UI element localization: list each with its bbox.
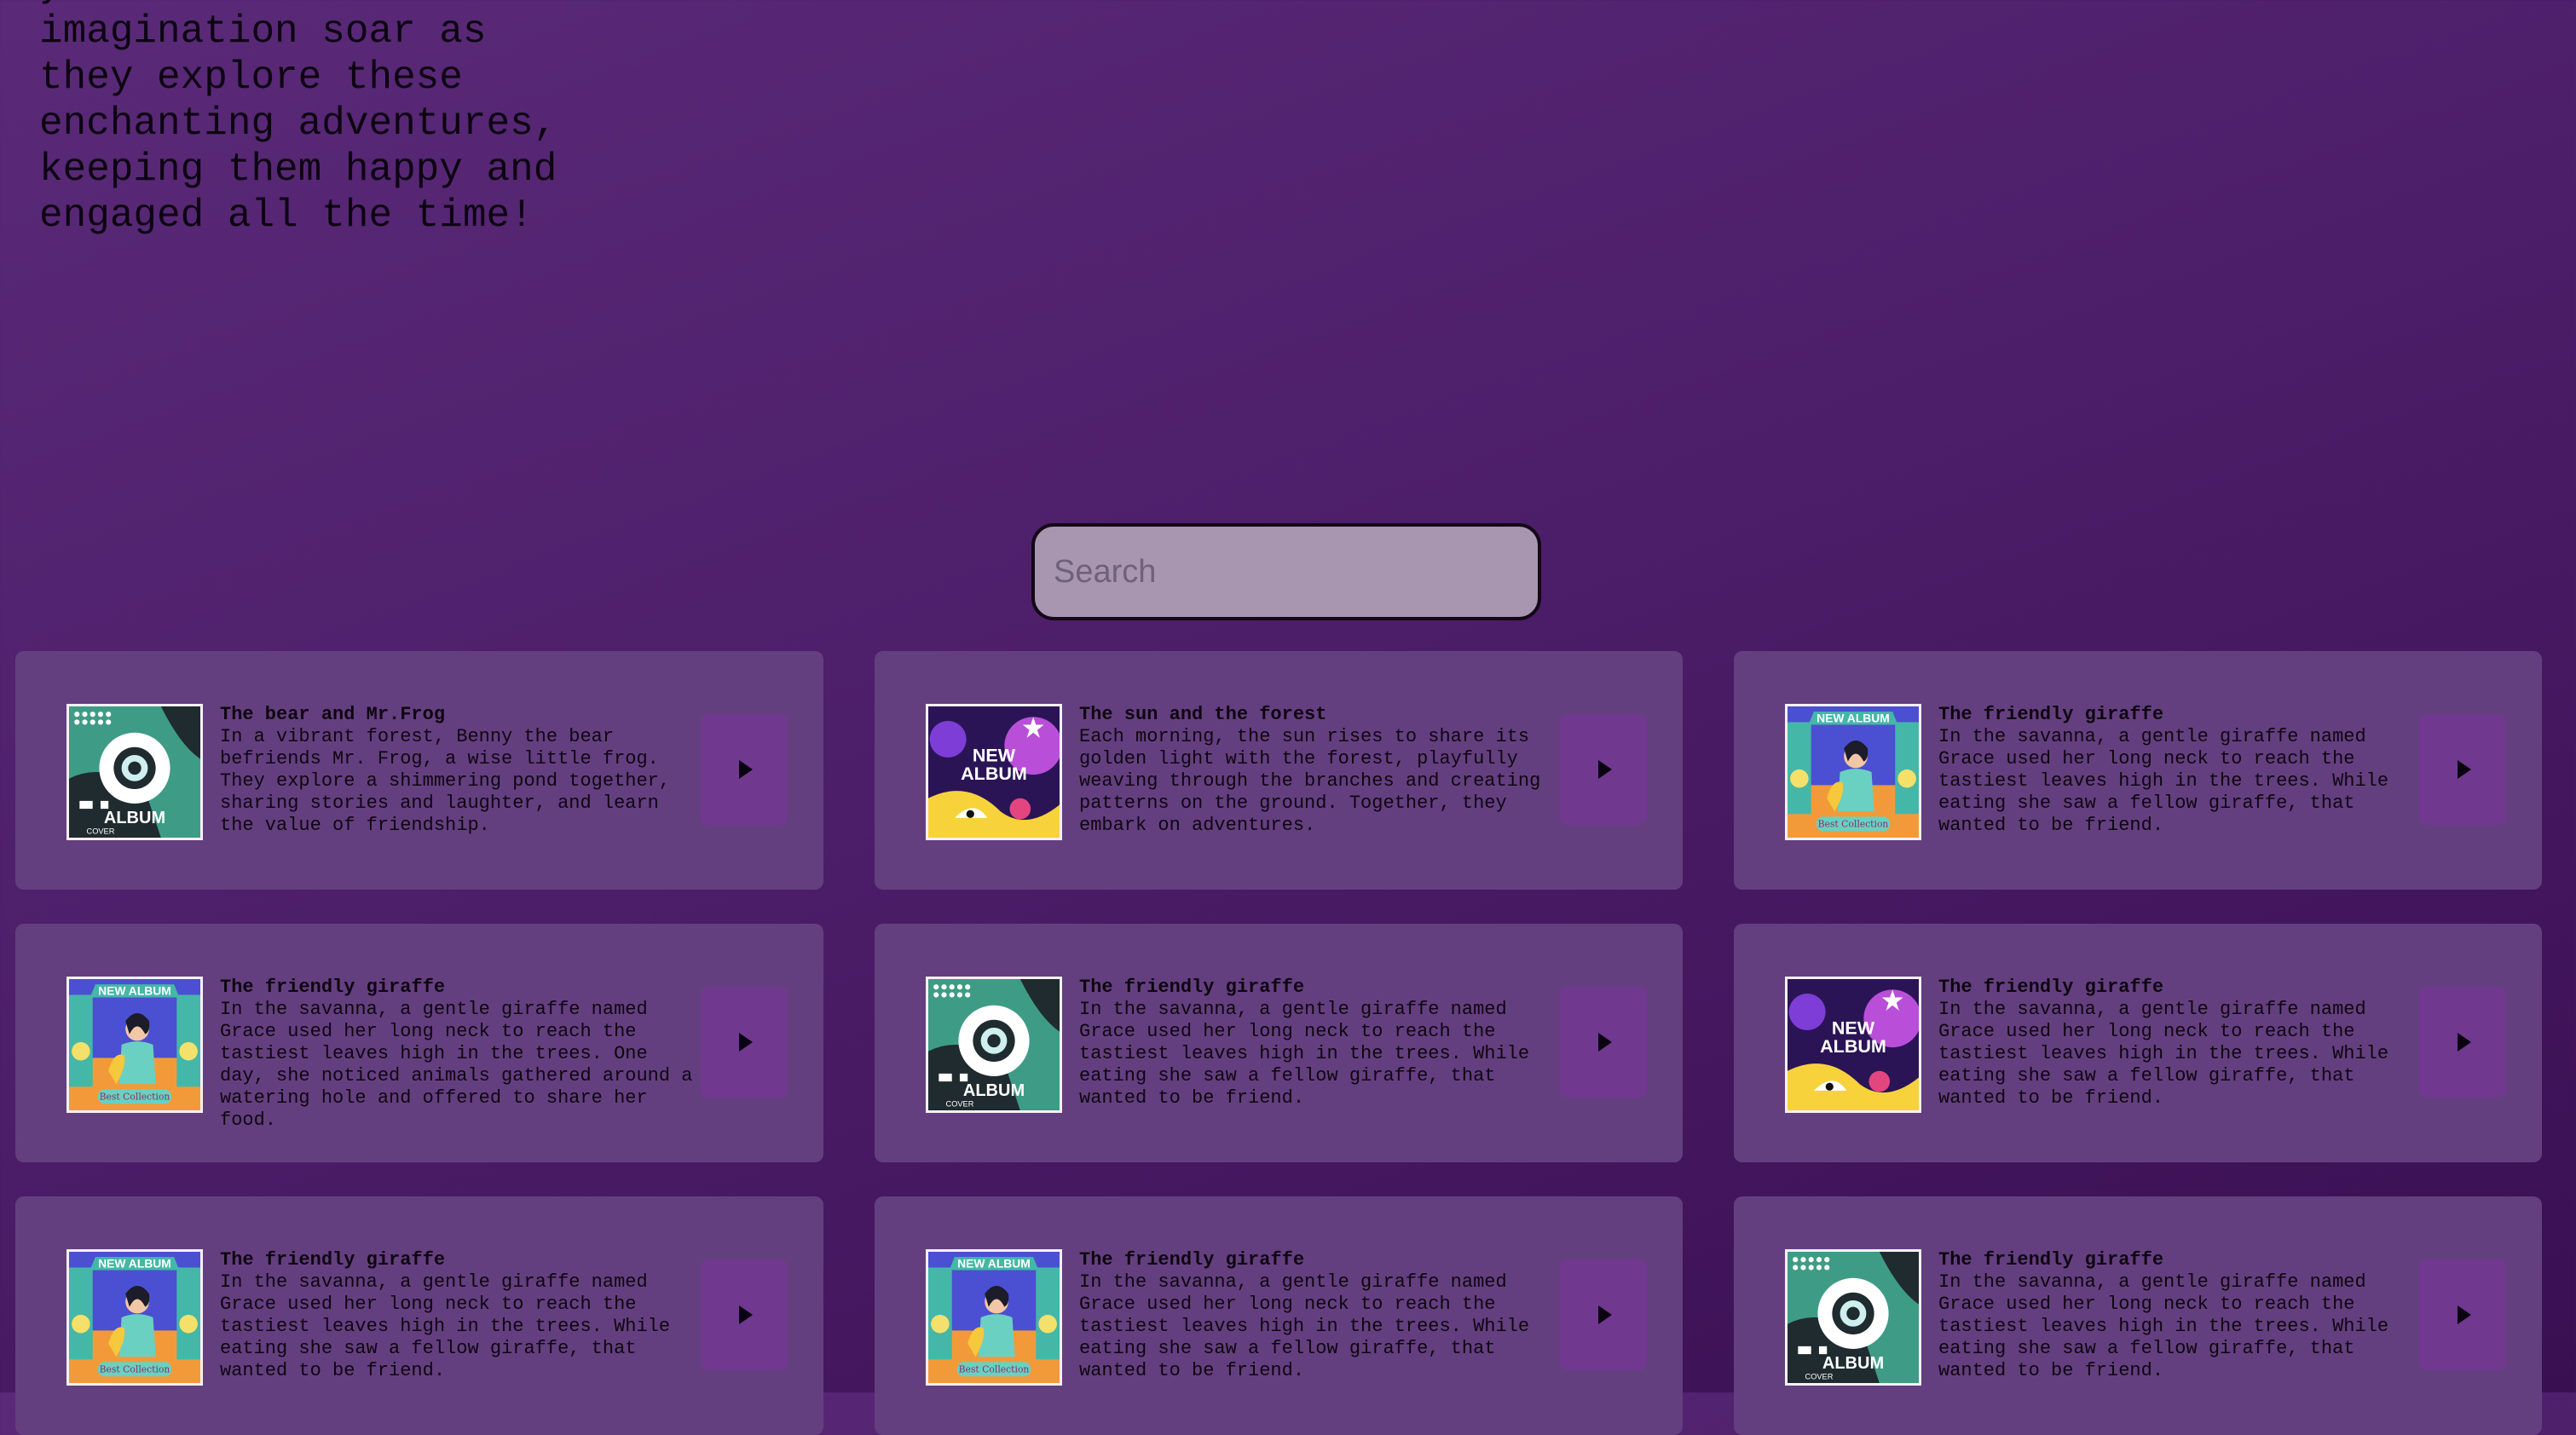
story-title: The friendly giraffe	[1079, 977, 1305, 998]
album-cover-image: NEW ALBUM Best Collection	[1785, 704, 1921, 840]
play-icon	[2458, 1033, 2471, 1052]
album-cover-image: NEW ALBUM	[926, 704, 1062, 840]
story-card: ALBUM COVER The friendly giraffe In the …	[875, 924, 1683, 1162]
story-title: The friendly giraffe	[1938, 1249, 2164, 1271]
play-icon	[739, 1305, 753, 1324]
story-card: ALBUM COVER The bear and Mr.Frog In a vi…	[15, 651, 823, 890]
story-text: The friendly giraffe In the savanna, a g…	[220, 977, 697, 1132]
story-description: In the savanna, a gentle giraffe named G…	[1079, 1271, 1530, 1381]
story-card: NEW ALBUM Best Collection The friendly g…	[875, 1196, 1683, 1435]
story-title: The sun and the forest	[1079, 704, 1327, 725]
play-icon	[1598, 1305, 1612, 1324]
story-card: NEW ALBUM Best Collection The friendly g…	[15, 1196, 823, 1435]
svg-text:COVER: COVER	[946, 1099, 974, 1108]
story-grid: ALBUM COVER The bear and Mr.Frog In a vi…	[15, 651, 2542, 1435]
story-text: The friendly giraffe In the savanna, a g…	[1938, 1249, 2416, 1382]
svg-text:NEW ALBUM: NEW ALBUM	[98, 1256, 171, 1270]
story-description: In the savanna, a gentle giraffe named G…	[1938, 726, 2389, 836]
story-card: NEW ALBUM Best Collection The friendly g…	[15, 924, 823, 1162]
play-icon	[739, 760, 753, 779]
svg-text:Best Collection: Best Collection	[100, 1092, 170, 1103]
story-text: The sun and the forest Each morning, the…	[1079, 704, 1557, 837]
play-button[interactable]	[701, 987, 788, 1098]
svg-text:ALBUM: ALBUM	[963, 1081, 1025, 1100]
story-card: NEW ALBUM Best Collection The friendly g…	[1734, 651, 2542, 890]
svg-text:ALBUM: ALBUM	[104, 809, 165, 827]
story-description: In a vibrant forest, Benny the bear befr…	[220, 726, 671, 836]
story-title: The bear and Mr.Frog	[220, 704, 446, 725]
svg-text:ALBUM: ALBUM	[1820, 1035, 1886, 1057]
album-cover-image: NEW ALBUM	[1785, 977, 1921, 1113]
album-cover-image: ALBUM COVER	[66, 704, 203, 840]
story-description: In the savanna, a gentle giraffe named G…	[220, 1271, 671, 1381]
play-button[interactable]	[701, 1259, 788, 1370]
svg-text:ALBUM: ALBUM	[1822, 1354, 1884, 1373]
svg-text:COVER: COVER	[1805, 1372, 1834, 1380]
play-button[interactable]	[1560, 714, 1647, 825]
story-title: The friendly giraffe	[220, 1249, 446, 1271]
svg-text:NEW ALBUM: NEW ALBUM	[98, 983, 171, 997]
play-icon	[2458, 760, 2471, 779]
story-text: The friendly giraffe In the savanna, a g…	[1938, 704, 2416, 837]
play-button[interactable]	[1560, 987, 1647, 1098]
play-icon	[1598, 760, 1612, 779]
album-cover-image: NEW ALBUM Best Collection	[926, 1249, 1062, 1386]
story-card: NEW ALBUM The sun and the forest Each mo…	[875, 651, 1683, 890]
story-text: The friendly giraffe In the savanna, a g…	[1938, 977, 2416, 1109]
svg-text:Best Collection: Best Collection	[1818, 819, 1889, 830]
play-icon	[1598, 1033, 1612, 1052]
svg-text:Best Collection: Best Collection	[959, 1364, 1030, 1375]
story-title: The friendly giraffe	[1938, 977, 2164, 998]
story-title: The friendly giraffe	[1938, 704, 2164, 725]
story-description: In the savanna, a gentle giraffe named G…	[1938, 1271, 2389, 1381]
story-title: The friendly giraffe	[1079, 1249, 1305, 1271]
play-button[interactable]	[2419, 987, 2506, 1098]
play-icon	[739, 1033, 753, 1052]
album-cover-image: NEW ALBUM Best Collection	[66, 977, 203, 1113]
play-button[interactable]	[1560, 1259, 1647, 1370]
album-cover-image: NEW ALBUM Best Collection	[66, 1249, 203, 1386]
story-text: The friendly giraffe In the savanna, a g…	[1079, 1249, 1557, 1382]
story-description: In the savanna, a gentle giraffe named G…	[220, 999, 693, 1131]
album-cover-image: ALBUM COVER	[926, 977, 1062, 1113]
svg-text:Best Collection: Best Collection	[100, 1364, 170, 1375]
intro-text: your child's imagination soar as they ex…	[39, 0, 557, 238]
svg-text:NEW ALBUM: NEW ALBUM	[957, 1256, 1031, 1270]
play-button[interactable]	[2419, 714, 2506, 825]
story-title: The friendly giraffe	[220, 977, 446, 998]
play-button[interactable]	[2419, 1259, 2506, 1370]
story-description: Each morning, the sun rises to share its…	[1079, 726, 1541, 836]
story-description: In the savanna, a gentle giraffe named G…	[1079, 999, 1530, 1109]
svg-text:NEW ALBUM: NEW ALBUM	[1816, 711, 1890, 724]
search-input[interactable]	[1031, 523, 1541, 620]
story-text: The bear and Mr.Frog In a vibrant forest…	[220, 704, 697, 837]
svg-text:COVER: COVER	[87, 827, 115, 835]
story-text: The friendly giraffe In the savanna, a g…	[220, 1249, 697, 1382]
story-description: In the savanna, a gentle giraffe named G…	[1938, 999, 2389, 1109]
svg-text:ALBUM: ALBUM	[961, 763, 1027, 784]
story-card: ALBUM COVER The friendly giraffe In the …	[1734, 1196, 2542, 1435]
story-card: NEW ALBUM The friendly giraffe In the sa…	[1734, 924, 2542, 1162]
play-icon	[2458, 1305, 2471, 1324]
album-cover-image: ALBUM COVER	[1785, 1249, 1921, 1386]
story-text: The friendly giraffe In the savanna, a g…	[1079, 977, 1557, 1109]
play-button[interactable]	[701, 714, 788, 825]
